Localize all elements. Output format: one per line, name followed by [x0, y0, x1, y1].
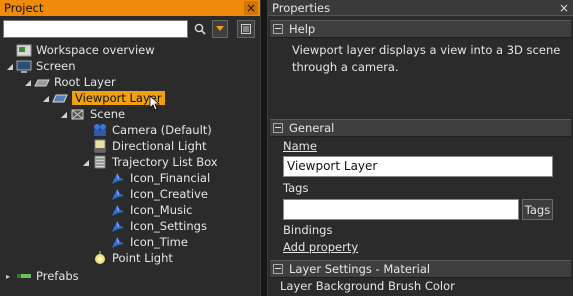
tree-item-icon-settings[interactable]: Icon_Settings — [110, 218, 207, 234]
directional-light-icon — [92, 139, 108, 153]
tree-item-prefabs[interactable]: Prefabs — [16, 268, 79, 284]
collapsed-arrow[interactable]: ▸ — [4, 268, 12, 284]
tree-item-label: Scene — [90, 107, 126, 121]
layer-background-brush-color-label: Layer Background Brush Color — [280, 279, 455, 293]
tree-item-label: Point Light — [112, 251, 173, 265]
properties-close-button[interactable]: × — [557, 1, 571, 15]
mouse-cursor-icon — [149, 95, 160, 111]
tree-item-point-light[interactable]: Point Light — [92, 250, 173, 266]
root-layer-icon — [34, 75, 50, 89]
search-options-dropdown[interactable] — [212, 20, 228, 38]
project-title: Project — [4, 1, 44, 15]
tree-item-label: Camera (Default) — [112, 123, 212, 137]
scene-icon — [70, 107, 86, 121]
section-general-header[interactable]: General — [270, 119, 571, 137]
section-help-header[interactable]: Help — [270, 20, 571, 38]
node-icon — [110, 235, 126, 249]
tree-item-label: Workspace overview — [36, 43, 155, 57]
node-icon — [110, 203, 126, 217]
tree-item-directional-light[interactable]: Directional Light — [92, 138, 207, 154]
tree-item-label: Root Layer — [54, 75, 116, 89]
collapse-toggle-icon[interactable] — [273, 123, 283, 133]
help-text-line-2: through a camera. — [292, 60, 399, 74]
project-close-button[interactable]: × — [244, 1, 258, 15]
tree-item-workspace-overview[interactable]: Workspace overview — [16, 42, 155, 58]
bindings-label: Bindings — [283, 223, 333, 237]
help-text-line-1: Viewport layer displays a view into a 3D… — [292, 43, 561, 57]
tree-item-label: Icon_Creative — [130, 187, 209, 201]
tree-item-scene[interactable]: Scene — [70, 106, 125, 122]
screen-icon — [16, 59, 32, 73]
tree-item-screen[interactable]: Screen — [16, 58, 76, 74]
properties-titlebar: Properties × — [268, 0, 573, 16]
section-title: Help — [289, 22, 316, 36]
node-icon — [110, 219, 126, 233]
tree-item-trajectory-list-box[interactable]: Trajectory List Box — [92, 154, 218, 170]
tree-item-label: Prefabs — [36, 269, 79, 283]
tree-item-label: Directional Light — [112, 139, 207, 153]
collapse-toggle-icon[interactable] — [273, 24, 283, 34]
expand-arrow[interactable]: ◢ — [42, 90, 50, 106]
tree-item-label: Icon_Time — [130, 235, 188, 249]
prefabs-icon — [16, 269, 32, 283]
tree-item-viewport-layer[interactable]: Viewport Layer — [52, 90, 165, 111]
trajectory-list-box-icon — [92, 155, 108, 169]
properties-panel: Properties × Help Viewport layer display… — [268, 0, 573, 296]
tags-field[interactable] — [283, 199, 519, 220]
camera-icon — [92, 123, 108, 137]
tree-item-icon-financial[interactable]: Icon_Financial — [110, 170, 210, 186]
tree-item-root-layer[interactable]: Root Layer — [34, 74, 116, 90]
name-label: Name — [283, 139, 317, 153]
tree-item-label: Screen — [36, 59, 76, 73]
tree-item-label: Icon_Music — [130, 203, 193, 217]
expand-arrow[interactable]: ◢ — [24, 74, 32, 90]
section-title: Layer Settings - Material — [289, 262, 431, 276]
collapse-toggle-icon[interactable] — [273, 264, 283, 274]
section-title: General — [289, 121, 335, 135]
project-options-button[interactable] — [237, 20, 255, 38]
project-panel: Project × Workspace overview ◢ Screen ◢ … — [0, 0, 260, 296]
add-property-link[interactable]: Add property — [283, 240, 358, 254]
tree-item-icon-time[interactable]: Icon_Time — [110, 234, 188, 250]
name-field[interactable]: Viewport Layer — [283, 156, 553, 177]
search-icon[interactable] — [192, 20, 208, 38]
list-view-icon — [241, 24, 251, 34]
tree-item-label: Trajectory List Box — [112, 155, 218, 169]
project-search-input[interactable] — [3, 20, 188, 38]
tags-button[interactable]: Tags — [522, 199, 553, 220]
tree-item-label: Icon_Financial — [130, 171, 211, 185]
panel-splitter[interactable] — [260, 0, 268, 296]
tree-item-label: Icon_Settings — [130, 219, 207, 233]
properties-title: Properties — [272, 0, 331, 15]
project-search-row — [0, 16, 260, 42]
tree-item-icon-creative[interactable]: Icon_Creative — [110, 186, 208, 202]
tags-label: Tags — [283, 181, 309, 195]
viewport-layer-icon — [52, 91, 68, 105]
chevron-down-icon — [216, 26, 224, 31]
project-titlebar: Project × — [0, 0, 260, 16]
workspace-overview-icon — [16, 43, 32, 57]
expand-arrow[interactable]: ◢ — [60, 106, 68, 122]
node-icon — [110, 187, 126, 201]
expand-arrow[interactable]: ◢ — [82, 154, 90, 170]
point-light-icon — [92, 251, 108, 265]
expand-arrow[interactable]: ◢ — [6, 58, 14, 74]
tree-item-icon-music[interactable]: Icon_Music — [110, 202, 193, 218]
node-icon — [110, 171, 126, 185]
section-layer-settings-material-header[interactable]: Layer Settings - Material — [270, 260, 571, 278]
tree-item-camera[interactable]: Camera (Default) — [92, 122, 212, 138]
